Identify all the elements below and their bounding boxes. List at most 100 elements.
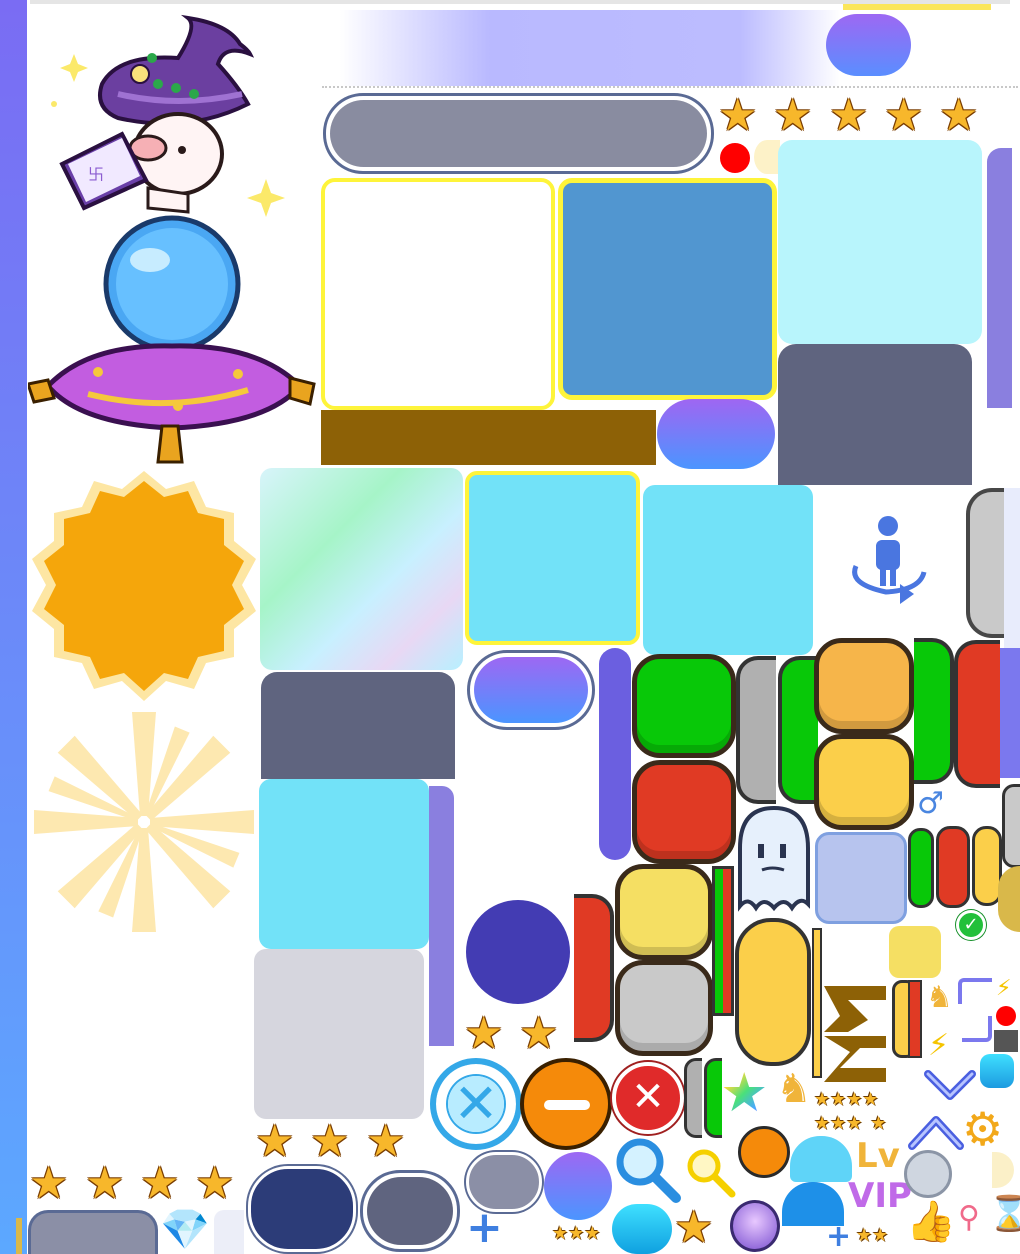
star-icon: ★ xyxy=(829,90,869,141)
star-icon: ★ xyxy=(366,1116,406,1167)
hourglass-icon: ⌛ xyxy=(988,1194,1020,1234)
crescent-badge xyxy=(754,140,780,174)
star-icon: ★ xyxy=(814,1089,831,1110)
star-icon: ★ xyxy=(519,1008,559,1059)
star-icon: ★ xyxy=(29,1158,69,1209)
key-person-icon: ♞ xyxy=(926,980,953,1015)
star-icon: ★ xyxy=(846,1089,863,1110)
red-capsule-right[interactable] xyxy=(954,640,1000,788)
stars-3-row: ★★★ xyxy=(552,1224,600,1243)
green-capsule-right[interactable] xyxy=(914,638,954,784)
plus-icon-2[interactable]: + xyxy=(826,1222,851,1252)
wizard-pig-on-crystal-ball: 卐 xyxy=(28,14,316,464)
green-tall-capsule[interactable] xyxy=(778,656,818,804)
yellow-square-button-2[interactable] xyxy=(615,864,713,960)
key-icon: ⚲ xyxy=(958,1200,980,1235)
crystal-shell-icon xyxy=(730,1200,780,1252)
vip-label: VIP xyxy=(848,1176,912,1216)
orange-square-button[interactable] xyxy=(814,638,914,734)
bottom-gray-pill[interactable] xyxy=(28,1210,158,1254)
key-person-icon-2: ♞ xyxy=(776,1066,812,1112)
purple-edge xyxy=(1000,648,1020,778)
star-icon: ★ xyxy=(830,1089,847,1110)
gray-pill-inner xyxy=(330,100,707,167)
yellow-tall-pill[interactable] xyxy=(735,918,811,1066)
gray-square-button[interactable] xyxy=(615,960,713,1056)
red-square-button[interactable] xyxy=(632,760,736,864)
star-icon: ★ xyxy=(718,90,758,141)
half-moon xyxy=(992,1152,1014,1188)
white-panel-yellow-border xyxy=(321,178,555,410)
rainbow-star-icon: ★ xyxy=(720,1061,769,1124)
sunburst-rays xyxy=(34,712,254,932)
star-icon: ★ xyxy=(884,90,924,141)
holographic-panel xyxy=(260,468,463,670)
dotted-line xyxy=(322,86,1018,88)
gray-tall-capsule[interactable] xyxy=(736,656,776,804)
red-dot-badge xyxy=(720,143,750,173)
minus-circle-icon[interactable] xyxy=(520,1058,612,1150)
star-icon: ★ xyxy=(856,1225,873,1246)
star-icon: ★ xyxy=(255,1116,295,1167)
star-icon: ★ xyxy=(584,1223,601,1244)
chevron-up-icon[interactable] xyxy=(908,1112,964,1152)
red-close-icon[interactable]: ✕ xyxy=(612,1062,684,1134)
top-pill-button[interactable] xyxy=(826,14,911,76)
bracket-shapes xyxy=(824,986,886,1082)
purple-side-bar xyxy=(987,148,1012,408)
red-tall-capsule[interactable] xyxy=(574,894,614,1042)
rotate-person-icon[interactable] xyxy=(846,514,930,606)
slate-pill-inner xyxy=(367,1177,453,1245)
star-icon: ★ xyxy=(568,1223,585,1244)
gold-half-circle xyxy=(998,866,1020,932)
stars-5-row: ★★★★ xyxy=(814,1090,879,1109)
dark-gray-square xyxy=(994,1030,1018,1052)
star-icon: ★ xyxy=(310,1116,350,1167)
light-gray-panel xyxy=(254,949,424,1119)
gradient-circle[interactable] xyxy=(544,1152,612,1220)
mini-red-tall-2 xyxy=(908,980,922,1058)
slate-panel xyxy=(778,344,972,485)
green-square-button[interactable] xyxy=(632,654,736,758)
gray-capsule-short xyxy=(684,1058,702,1138)
top-fade-banner xyxy=(340,10,840,86)
corner-bracket-icon xyxy=(958,978,992,1004)
cyan-panel-yellow-border xyxy=(465,471,640,645)
checkmark-icon: ✓ xyxy=(956,910,986,940)
brown-bar xyxy=(321,410,656,465)
star-icon: ★ xyxy=(85,1158,125,1209)
star-icon: ★ xyxy=(814,1113,831,1134)
yellow-square-button[interactable] xyxy=(814,734,914,830)
ghost-icon xyxy=(738,805,810,912)
rocket-badge xyxy=(738,1126,790,1178)
gradient-pill-button[interactable] xyxy=(657,399,775,469)
cyan-panel-2 xyxy=(259,779,429,949)
level-label: Lv xyxy=(856,1136,900,1176)
mini-red-capsule xyxy=(936,826,970,908)
magnifier-icon[interactable] xyxy=(612,1134,682,1204)
chevron-down-icon[interactable] xyxy=(924,1068,976,1102)
left-gradient-bar xyxy=(0,0,27,1254)
close-circle-icon[interactable]: ✕ xyxy=(430,1058,522,1150)
plus-icon[interactable]: + xyxy=(466,1206,503,1250)
purple-vertical-bar xyxy=(599,648,631,860)
star-icon: ★ xyxy=(464,1008,504,1059)
gear-icon[interactable]: ⚙ xyxy=(962,1106,1003,1152)
thumbs-up-icon[interactable]: 👍 xyxy=(906,1200,956,1244)
cyan-panel xyxy=(643,485,813,655)
star-icon: ★ xyxy=(939,90,979,141)
lavender-square[interactable] xyxy=(815,832,907,924)
red-dot xyxy=(996,1006,1016,1026)
diamond-icon: 💎 xyxy=(160,1207,210,1253)
stars-2-row: ★★ xyxy=(856,1226,888,1245)
cyan-oval[interactable] xyxy=(612,1204,672,1254)
lightning-icon: ⚡ xyxy=(996,976,1012,1001)
magnifier-icon-yellow[interactable] xyxy=(684,1146,736,1198)
gender-male-icon: ♂ xyxy=(917,786,944,821)
slate-panel-2 xyxy=(261,672,455,779)
star-icon: ★ xyxy=(846,1113,863,1134)
star-icon: ★ xyxy=(140,1158,180,1209)
navy-pill[interactable] xyxy=(248,1166,356,1252)
blue-panel-yellow-border xyxy=(558,178,777,400)
gray-capsule-small xyxy=(1002,784,1020,868)
